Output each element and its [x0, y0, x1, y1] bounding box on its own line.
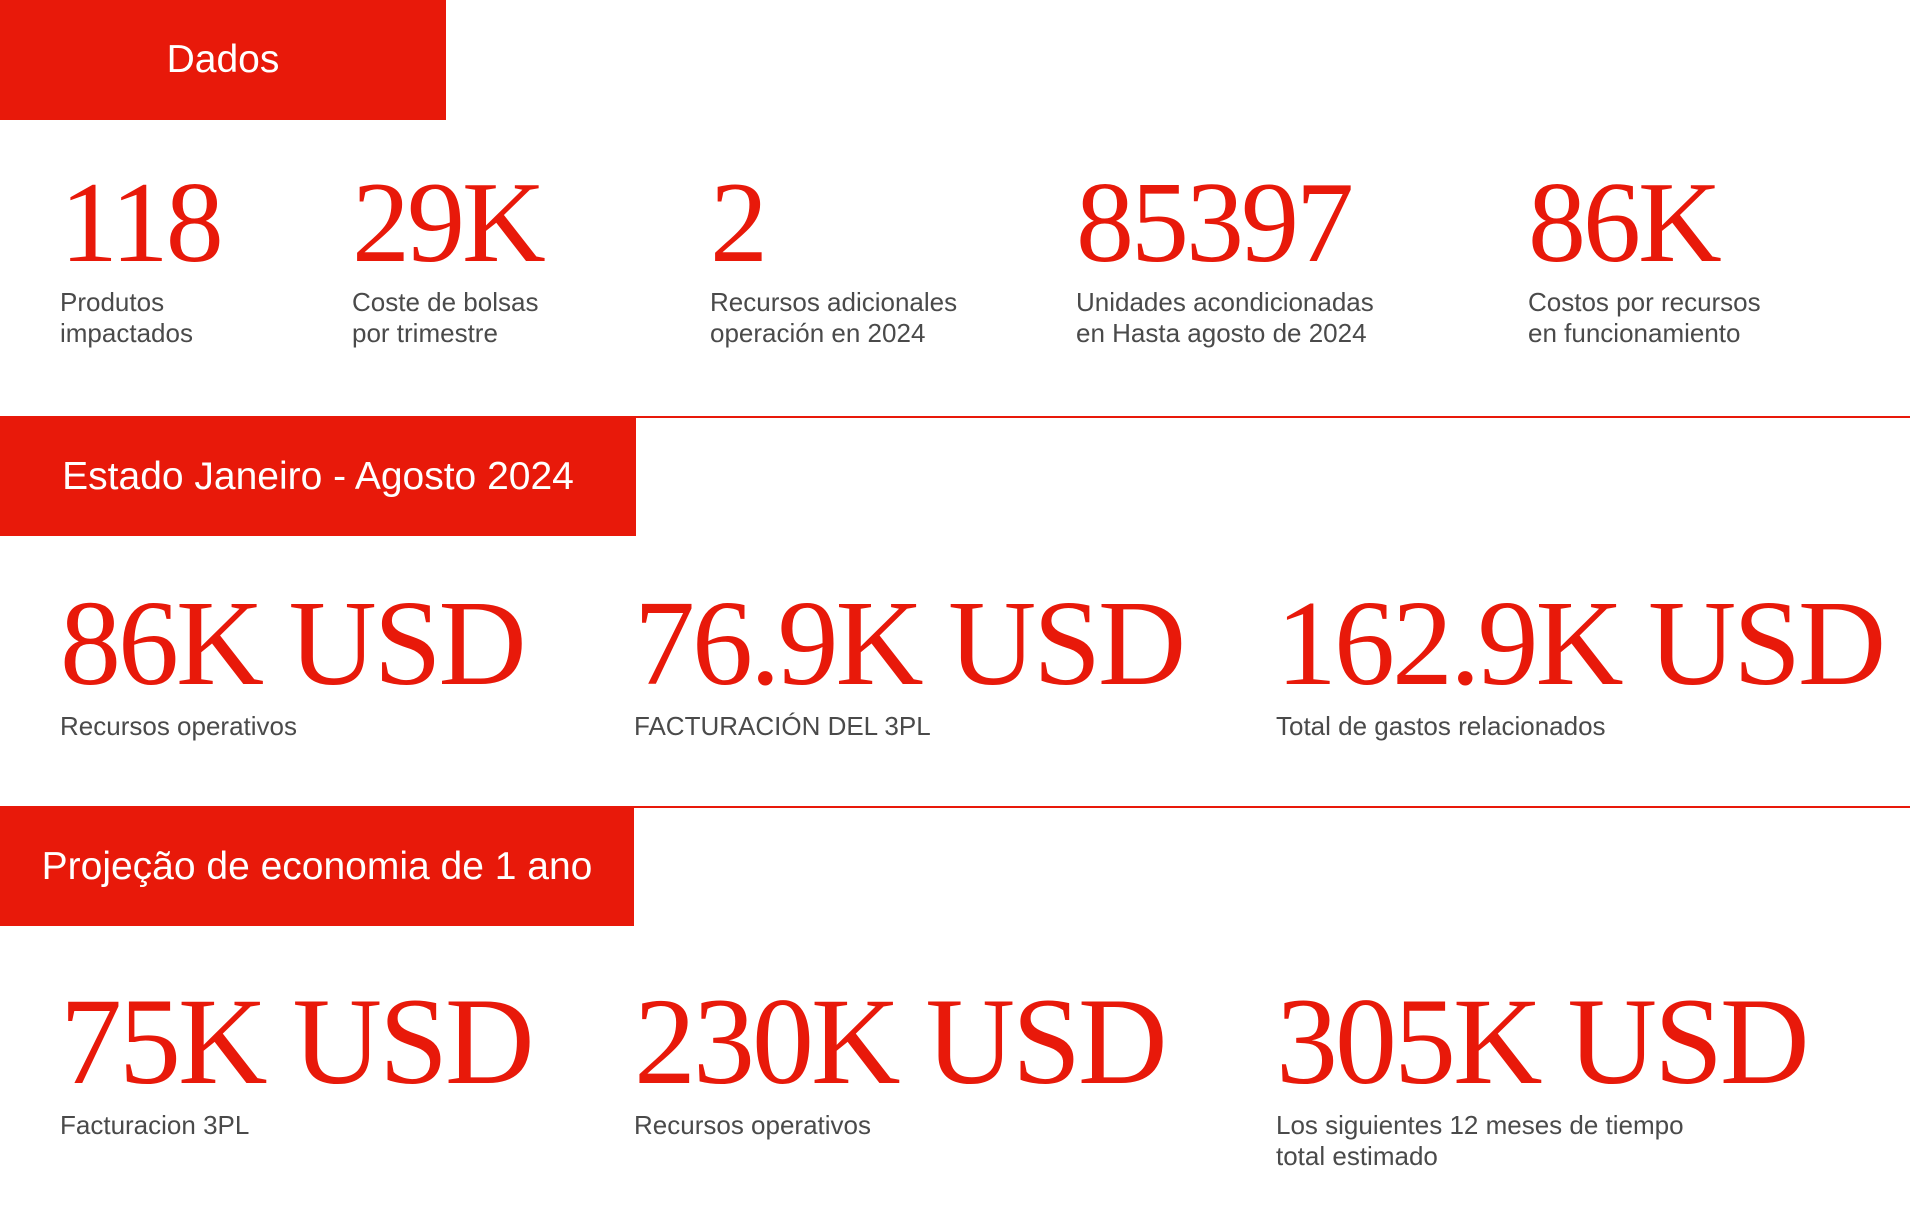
stat-costos-recursos: 86K Costos por recursos en funcionamient…: [1528, 165, 1761, 349]
stat-value: 29K: [352, 159, 546, 287]
stat-label-line: Recursos adicionales: [710, 287, 958, 317]
stat-value: 305K USD: [1276, 973, 1810, 1110]
stat-label-line: Recursos operativos: [60, 711, 297, 741]
stat-label: FACTURACIÓN DEL 3PL: [634, 711, 1183, 742]
stat-label-line: operación en 2024: [710, 318, 926, 348]
stat-recursos-adicionales: 2 Recursos adicionales operación en 2024: [710, 165, 957, 349]
stat-label: Total de gastos relacionados: [1276, 711, 1883, 742]
stat-label-line: FACTURACIÓN DEL 3PL: [634, 711, 931, 741]
stat-value: 162.9K USD: [1276, 576, 1886, 711]
stat-value: 75K USD: [60, 973, 535, 1110]
stat-value: 86K USD: [60, 576, 527, 711]
stat-label: Facturacion 3PL: [60, 1110, 532, 1141]
stat-label-line: Recursos operativos: [634, 1110, 871, 1140]
stat-total-estimado: 305K USD Los siguientes 12 meses de tiem…: [1276, 973, 1810, 1172]
stat-label: Recursos adicionales operación en 2024: [710, 287, 957, 349]
section-title: Estado Janeiro - Agosto 2024: [62, 454, 574, 498]
stat-facturacion-3pl: 76.9K USD FACTURACIÓN DEL 3PL: [634, 576, 1186, 742]
stat-label: Coste de bolsas por trimestre: [352, 287, 543, 349]
stat-total-gastos: 162.9K USD Total de gastos relacionados: [1276, 576, 1886, 742]
stat-produtos-impactados: 118 Produtos impactados: [60, 159, 224, 349]
stat-value: 2: [710, 159, 768, 287]
stat-label-line: Los siguientes 12 meses de tiempo: [1276, 1110, 1684, 1140]
stat-value: 76.9K USD: [634, 576, 1186, 711]
section-header-dados: Dados: [0, 0, 446, 120]
stat-coste-bolsas: 29K Coste de bolsas por trimestre: [352, 159, 546, 349]
stat-label-line: Coste de bolsas: [352, 287, 539, 317]
stat-label-line: Produtos: [60, 287, 165, 317]
stat-label: Costos por recursos en funcionamiento: [1528, 287, 1761, 349]
section-title: Dados: [166, 38, 280, 81]
stat-label-line: total estimado: [1276, 1141, 1438, 1171]
stat-label-line: por trimestre: [352, 318, 498, 348]
stat-label-line: en funcionamiento: [1528, 318, 1741, 348]
stat-label: Unidades acondicionadas en Hasta agosto …: [1076, 287, 1374, 349]
stat-label-line: Costos por recursos: [1528, 287, 1761, 317]
stat-label-line: Total de gastos relacionados: [1276, 711, 1606, 741]
stat-label: Recursos operativos: [60, 711, 524, 742]
stat-recursos-operativos: 86K USD Recursos operativos: [60, 576, 527, 742]
stat-value: 230K USD: [634, 973, 1168, 1110]
section-header-projecao: Projeção de economia de 1 ano: [0, 807, 634, 926]
stat-value: 86K: [1528, 159, 1722, 287]
stat-label-line: en Hasta agosto de 2024: [1076, 318, 1367, 348]
stat-label-line: Unidades acondicionadas: [1076, 287, 1374, 317]
stat-label-line: Facturacion 3PL: [60, 1110, 250, 1140]
stat-value: 118: [60, 159, 224, 287]
infographic-page: Dados 118 Produtos impactados 29K Coste …: [0, 0, 1910, 1220]
stat-facturacion-3pl-projection: 75K USD Facturacion 3PL: [60, 973, 535, 1141]
stat-label: Produtos impactados: [60, 287, 221, 349]
section-title: Projeção de economia de 1 ano: [41, 844, 593, 888]
stat-label-line: impactados: [60, 318, 193, 348]
stat-unidades-acondicionadas: 85397 Unidades acondicionadas en Hasta a…: [1076, 165, 1374, 349]
stat-label: Recursos operativos: [634, 1110, 1165, 1141]
stat-value: 85397: [1076, 159, 1354, 287]
stat-recursos-operativos-projection: 230K USD Recursos operativos: [634, 973, 1168, 1141]
section-header-estado: Estado Janeiro - Agosto 2024: [0, 417, 636, 536]
stat-label: Los siguientes 12 meses de tiempo total …: [1276, 1110, 1807, 1172]
